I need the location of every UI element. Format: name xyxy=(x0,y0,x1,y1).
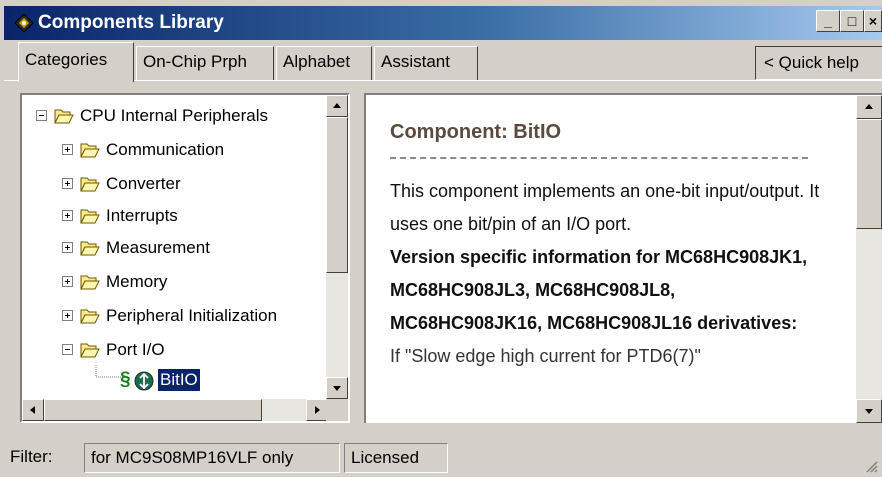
tab-label: Assistant xyxy=(381,52,450,71)
folder-open-icon xyxy=(80,241,100,256)
tab-label: On-Chip Prph xyxy=(143,52,247,71)
expand-icon[interactable] xyxy=(62,242,73,253)
tab-strip-line xyxy=(4,80,882,81)
tree-node-label: Communication xyxy=(106,140,225,159)
component-globe-icon xyxy=(134,371,154,391)
quick-help-button[interactable]: < Quick help xyxy=(755,46,882,80)
arrow-right-icon xyxy=(315,406,320,414)
maximize-button[interactable]: □ xyxy=(840,10,864,32)
components-app-icon xyxy=(14,13,34,33)
license-status: Licensed xyxy=(344,443,448,473)
arrow-down-icon xyxy=(333,386,341,391)
minimize-icon: _ xyxy=(824,13,832,29)
scroll-down-button[interactable] xyxy=(326,377,348,399)
panel-splitter[interactable] xyxy=(352,93,362,423)
folder-open-icon xyxy=(80,275,100,290)
folder-open-icon xyxy=(80,177,100,192)
scroll-left-button[interactable] xyxy=(22,399,44,421)
tree-node-label: Memory xyxy=(106,272,168,291)
close-button[interactable]: × xyxy=(864,10,882,32)
arrow-up-icon xyxy=(333,103,341,108)
help-version-heading: Version specific information for MC68HC9… xyxy=(390,247,808,333)
arrow-up-icon xyxy=(865,104,873,109)
expand-icon[interactable] xyxy=(62,210,73,221)
help-scroll-up-button[interactable] xyxy=(856,95,882,119)
folder-open-icon xyxy=(80,309,100,324)
tab-categories[interactable]: Categories xyxy=(18,42,134,82)
help-scroll-down-button[interactable] xyxy=(856,399,882,423)
folder-open-icon xyxy=(54,109,74,124)
tree-node-label: Converter xyxy=(106,174,181,193)
filter-label: Filter: xyxy=(10,447,53,466)
tab-on-chip-prph[interactable]: On-Chip Prph xyxy=(136,46,274,80)
scroll-thumb-horizontal[interactable] xyxy=(44,399,262,421)
tab-assistant[interactable]: Assistant xyxy=(374,46,478,80)
filter-value[interactable]: for MC9S08MP16VLF only xyxy=(84,443,340,473)
help-cut-line: If "Slow edge high current for PTD6(7)" xyxy=(390,346,701,366)
tree-node-label: Peripheral Initialization xyxy=(106,306,278,325)
window-title: Components Library xyxy=(38,12,224,33)
tree-vertical-scrollbar[interactable] xyxy=(326,95,348,399)
arrow-left-icon xyxy=(30,406,35,414)
tree-node-label: Measurement xyxy=(106,238,210,257)
status-bar: Filter: for MC9S08MP16VLF only Licensed xyxy=(0,438,882,477)
expand-icon[interactable] xyxy=(62,144,73,155)
tab-label: Categories xyxy=(25,50,108,69)
script-s-icon: § xyxy=(120,369,131,390)
tree-node-label-selected: BitIO xyxy=(157,368,201,392)
tree-node-label: Port I/O xyxy=(106,340,165,359)
quick-help-panel: Component: BitIO This component implemen… xyxy=(364,93,882,423)
quick-help-label: < Quick help xyxy=(764,53,859,72)
tree-node-label: Interrupts xyxy=(106,206,178,225)
tree-horizontal-scrollbar[interactable] xyxy=(22,399,328,421)
maximize-icon: □ xyxy=(847,13,857,29)
collapse-icon[interactable] xyxy=(62,344,73,355)
close-icon: × xyxy=(868,13,878,29)
help-title: Component: BitIO xyxy=(390,121,562,143)
components-library-window: Components Library _ □ × Categories On-C… xyxy=(0,0,882,477)
resize-grip-icon[interactable] xyxy=(864,459,878,473)
expand-icon[interactable] xyxy=(62,310,73,321)
category-tree-panel[interactable]: CPU Internal Peripherals Communication C… xyxy=(20,93,350,423)
help-description: This component implements an one-bit inp… xyxy=(390,181,820,234)
folder-open-icon xyxy=(80,343,100,358)
expand-icon[interactable] xyxy=(62,276,73,287)
title-bar[interactable]: Components Library _ □ × xyxy=(4,6,882,40)
scroll-corner xyxy=(326,399,348,421)
tab-alphabet[interactable]: Alphabet xyxy=(276,46,372,80)
help-vertical-scrollbar[interactable] xyxy=(856,95,882,423)
scroll-right-button[interactable] xyxy=(306,399,328,421)
scroll-up-button[interactable] xyxy=(326,95,348,117)
tree-node-label: CPU Internal Peripherals xyxy=(80,106,269,125)
help-body: This component implements an one-bit inp… xyxy=(390,175,830,373)
minimize-button[interactable]: _ xyxy=(816,10,840,32)
arrow-down-icon xyxy=(865,409,873,414)
folder-open-icon xyxy=(80,143,100,158)
category-tree: CPU Internal Peripherals Communication C… xyxy=(22,95,328,399)
expand-icon[interactable] xyxy=(62,178,73,189)
scroll-thumb[interactable] xyxy=(326,117,348,273)
collapse-icon[interactable] xyxy=(36,110,47,121)
help-scroll-thumb[interactable] xyxy=(856,119,882,229)
tab-label: Alphabet xyxy=(283,52,351,71)
help-divider xyxy=(390,157,808,159)
folder-open-icon xyxy=(80,209,100,224)
